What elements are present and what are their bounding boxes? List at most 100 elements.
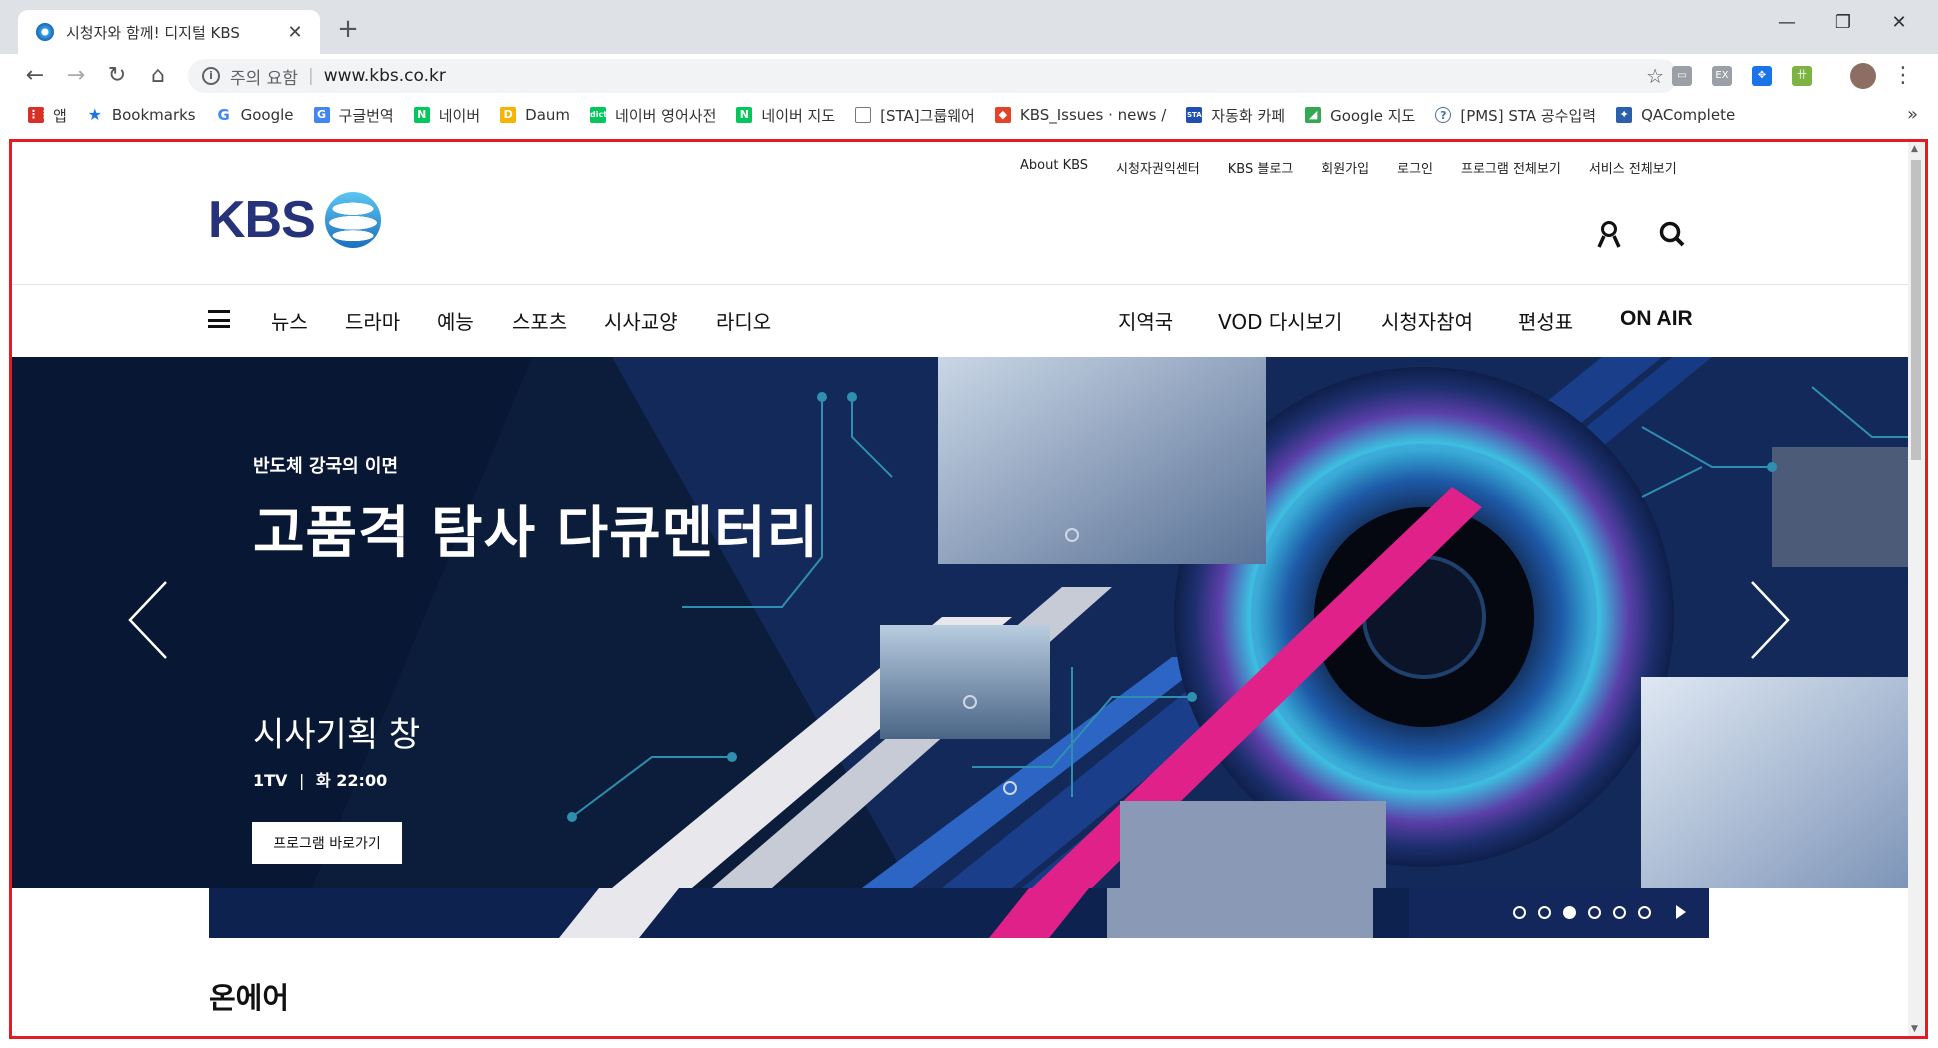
slide-dot[interactable] xyxy=(1538,906,1551,919)
close-window-icon[interactable]: ✕ xyxy=(1884,12,1914,33)
extension-ex-icon[interactable]: EX xyxy=(1712,66,1732,86)
bookmark-item[interactable]: ? [PMS] STA 공수입력 xyxy=(1435,105,1596,126)
tab-title: 시청자와 함께! 디지털 KBS xyxy=(66,23,240,42)
bookmark-item[interactable]: ✦ QAComplete xyxy=(1616,106,1735,124)
naver-icon: N xyxy=(413,107,430,123)
bookmark-item[interactable]: [STA]그룹웨어 xyxy=(855,105,975,126)
bookmark-item[interactable]: ◆ KBS_Issues · news / xyxy=(994,106,1166,124)
profile-avatar[interactable] xyxy=(1850,63,1876,89)
viewer-rights-link[interactable]: 시청자권익센터 xyxy=(1116,158,1200,177)
search-icon[interactable] xyxy=(1658,220,1686,255)
slide-dot[interactable] xyxy=(1613,906,1626,919)
nav-entertainment[interactable]: 예능 xyxy=(437,306,474,335)
qacomplete-icon: ✦ xyxy=(1616,107,1633,123)
airtime-separator: | xyxy=(299,771,305,790)
info-icon[interactable]: i xyxy=(202,67,220,85)
slide-dot-active[interactable] xyxy=(1563,906,1576,919)
program-link-button[interactable]: 프로그램 바로가기 xyxy=(252,822,402,864)
nav-regional[interactable]: 지역국 xyxy=(1118,306,1173,335)
chrome-menu-icon[interactable]: ⋮ xyxy=(1888,62,1918,90)
browser-tab[interactable]: 시청자와 함께! 디지털 KBS ✕ xyxy=(18,10,320,54)
address-bar[interactable]: i 주의 요함 | www.kbs.co.kr ☆ xyxy=(188,59,1678,93)
user-icon[interactable] xyxy=(1596,220,1622,255)
more-bookmarks-icon[interactable]: » xyxy=(1907,104,1918,125)
bookmark-item[interactable]: G Google xyxy=(216,106,293,124)
banner-channel: 1TV xyxy=(253,771,288,790)
slide-indicator xyxy=(1513,906,1651,919)
bookmark-item[interactable]: N 네이버 지도 xyxy=(736,105,835,126)
banner-title: 고품격 탐사 다큐멘터리 xyxy=(253,501,820,566)
home-icon[interactable]: ⌂ xyxy=(143,62,173,90)
forward-icon[interactable]: → xyxy=(61,62,91,90)
apps-grid-icon: ⋮⋮ xyxy=(28,107,50,123)
extension-arrows-icon[interactable]: ✥ xyxy=(1752,66,1772,86)
about-kbs-link[interactable]: About KBS xyxy=(1020,158,1088,177)
kbs-blog-link[interactable]: KBS 블로그 xyxy=(1228,158,1293,177)
bookmark-item[interactable]: STA 자동화 카페 xyxy=(1186,105,1285,126)
slide-dot[interactable] xyxy=(1513,906,1526,919)
bookmark-item[interactable]: dict 네이버 영어사전 xyxy=(590,105,716,126)
extension-cast-icon[interactable]: ▭ xyxy=(1672,66,1692,86)
minimize-icon[interactable]: — xyxy=(1772,12,1802,33)
nav-viewer-participation[interactable]: 시청자참여 xyxy=(1381,306,1473,335)
url-text[interactable]: www.kbs.co.kr xyxy=(324,66,446,86)
slide-dot[interactable] xyxy=(1588,906,1601,919)
back-icon[interactable]: ← xyxy=(20,62,50,90)
hamburger-menu-icon[interactable] xyxy=(208,310,230,328)
daum-icon: D xyxy=(500,107,517,123)
signup-link[interactable]: 회원가입 xyxy=(1321,158,1369,177)
nav-current-affairs[interactable]: 시사교양 xyxy=(604,306,678,335)
restore-icon[interactable]: ❐ xyxy=(1828,12,1858,33)
bookmark-item[interactable]: ⋮⋮ 앱 xyxy=(28,105,67,126)
banner-subtitle: 반도체 강국의 이면 xyxy=(253,456,399,477)
page-scrollbar[interactable]: ▲ ▼ xyxy=(1908,142,1924,1036)
nav-radio[interactable]: 라디오 xyxy=(716,306,771,335)
all-programs-link[interactable]: 프로그램 전체보기 xyxy=(1461,158,1561,177)
banner-prev-arrow-icon[interactable] xyxy=(126,580,170,660)
security-status: 주의 요함 xyxy=(230,68,298,89)
extension-ladder-icon[interactable]: 卄 xyxy=(1792,66,1812,86)
cafe-icon: STA xyxy=(1186,107,1203,123)
page-icon xyxy=(855,107,872,123)
tab-strip: 시청자와 함께! 디지털 KBS ✕ + — ❐ ✕ xyxy=(0,0,1938,54)
bookmark-item[interactable]: ★ Bookmarks xyxy=(87,106,196,124)
onair-section-title: 온에어 xyxy=(209,981,290,1015)
close-tab-icon[interactable]: ✕ xyxy=(284,22,306,43)
nav-vod[interactable]: VOD 다시보기 xyxy=(1218,306,1342,335)
logo-text: KBS xyxy=(208,191,316,249)
kbs-logo[interactable]: KBS xyxy=(208,190,381,250)
bookmark-item[interactable]: N 네이버 xyxy=(413,105,480,126)
nav-sports[interactable]: 스포츠 xyxy=(512,306,567,335)
nav-news[interactable]: 뉴스 xyxy=(271,306,308,335)
slide-dot[interactable] xyxy=(1638,906,1651,919)
play-icon[interactable] xyxy=(1676,905,1686,919)
scroll-up-icon[interactable]: ▲ xyxy=(1911,144,1918,154)
utility-links: About KBS 시청자권익센터 KBS 블로그 회원가입 로그인 프로그램 … xyxy=(1020,158,1677,177)
star-icon: ★ xyxy=(87,105,102,124)
all-services-link[interactable]: 서비스 전체보기 xyxy=(1589,158,1677,177)
reload-icon[interactable]: ↻ xyxy=(102,62,132,90)
nav-schedule[interactable]: 편성표 xyxy=(1518,306,1573,335)
naver-icon: N xyxy=(736,107,753,123)
new-tab-button[interactable]: + xyxy=(333,14,363,44)
maps-icon: ◢ xyxy=(1305,107,1322,123)
bookmark-item[interactable]: D Daum xyxy=(500,106,570,124)
kbs-globe-icon xyxy=(324,192,381,248)
gitlab-icon: ◆ xyxy=(994,107,1011,123)
banner-bottom-artwork xyxy=(209,888,1709,938)
nav-drama[interactable]: 드라마 xyxy=(345,306,400,335)
banner-next-arrow-icon[interactable] xyxy=(1748,580,1792,660)
login-link[interactable]: 로그인 xyxy=(1397,158,1433,177)
banner-artwork xyxy=(12,357,1908,888)
nav-on-air[interactable]: ON AIR xyxy=(1620,307,1693,331)
bookmark-item[interactable]: ◢ Google 지도 xyxy=(1305,105,1415,126)
kbs-favicon-icon xyxy=(36,23,54,41)
banner-time: 화 22:00 xyxy=(315,771,388,790)
scrollbar-thumb[interactable] xyxy=(1911,160,1921,460)
pms-icon: ? xyxy=(1435,107,1452,123)
bookmark-item[interactable]: G 구글번역 xyxy=(313,105,394,126)
hero-banner[interactable] xyxy=(12,357,1908,888)
scroll-down-icon[interactable]: ▼ xyxy=(1911,1024,1918,1034)
header-divider xyxy=(12,284,1908,285)
bookmark-star-icon[interactable]: ☆ xyxy=(1646,64,1664,88)
